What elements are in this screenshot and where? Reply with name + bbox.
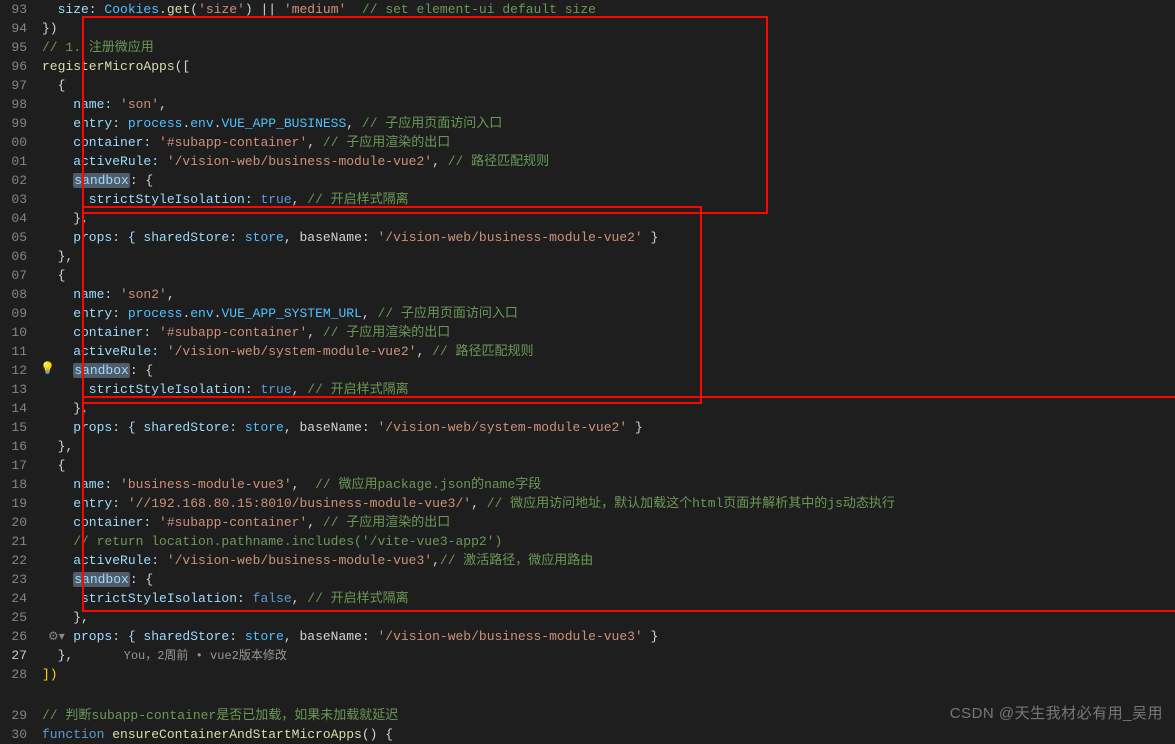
line-number: 27 xyxy=(0,646,27,665)
line-number: 03 xyxy=(0,190,27,209)
code-line[interactable]: container: '#subapp-container', // 子应用渲染… xyxy=(42,133,1175,152)
line-number: 00 xyxy=(0,133,27,152)
line-number: 26 xyxy=(0,627,27,646)
code-line[interactable]: }, xyxy=(42,209,1175,228)
line-number: 94 xyxy=(0,19,27,38)
code-line[interactable]: }) xyxy=(42,19,1175,38)
line-number: 16 xyxy=(0,437,27,456)
gear-row xyxy=(42,684,1175,706)
code-line[interactable]: activeRule: '/vision-web/business-module… xyxy=(42,551,1175,570)
code-line[interactable]: }, You，2周前 • vue2版本修改 xyxy=(42,646,1175,665)
code-editor[interactable]: 93 94 95 96 97 98 99 00 01 02 03 04 05 0… xyxy=(0,0,1175,731)
line-number: 29 xyxy=(0,706,27,725)
line-number: 24 xyxy=(0,589,27,608)
code-line[interactable]: ]) xyxy=(42,665,1175,684)
code-line[interactable]: strictStyleIsolation: true, // 开启样式隔离 xyxy=(42,380,1175,399)
code-line[interactable]: props: { sharedStore: store, baseName: '… xyxy=(42,228,1175,247)
line-number: 19 xyxy=(0,494,27,513)
line-number: 11 xyxy=(0,342,27,361)
code-line[interactable]: container: '#subapp-container', // 子应用渲染… xyxy=(42,323,1175,342)
code-line[interactable]: entry: process.env.VUE_APP_BUSINESS, // … xyxy=(42,114,1175,133)
code-line[interactable]: name: 'business-module-vue3', // 微应用pack… xyxy=(42,475,1175,494)
code-line[interactable]: // 判断subapp-container是否已加载，如果未加载就延迟 xyxy=(42,706,1175,725)
code-line[interactable]: name: 'son2', xyxy=(42,285,1175,304)
line-number: 12 xyxy=(0,361,27,380)
line-number: 14 xyxy=(0,399,27,418)
code-line[interactable]: sandbox: { xyxy=(42,171,1175,190)
line-number: 22 xyxy=(0,551,27,570)
code-area[interactable]: size: Cookies.get('size') || 'medium' //… xyxy=(38,0,1175,731)
code-line[interactable]: name: 'son', xyxy=(42,95,1175,114)
line-number-gutter: 93 94 95 96 97 98 99 00 01 02 03 04 05 0… xyxy=(0,0,38,731)
code-line[interactable]: { xyxy=(42,76,1175,95)
code-line[interactable]: strictStyleIsolation: false, // 开启样式隔离 xyxy=(42,589,1175,608)
code-line[interactable]: { xyxy=(42,266,1175,285)
code-line[interactable]: function ensureContainerAndStartMicroApp… xyxy=(42,725,1175,744)
line-number: 08 xyxy=(0,285,27,304)
code-line[interactable]: }, xyxy=(42,437,1175,456)
code-line[interactable]: props: { sharedStore: store, baseName: '… xyxy=(42,627,1175,646)
line-number: 99 xyxy=(0,114,27,133)
line-number: 18 xyxy=(0,475,27,494)
line-number: 01 xyxy=(0,152,27,171)
line-number: 15 xyxy=(0,418,27,437)
line-number: 10 xyxy=(0,323,27,342)
line-number: 30 xyxy=(0,725,27,744)
code-line[interactable]: container: '#subapp-container', // 子应用渲染… xyxy=(42,513,1175,532)
code-line[interactable]: }, xyxy=(42,247,1175,266)
line-number: 23 xyxy=(0,570,27,589)
code-line[interactable]: // 1. 注册微应用 xyxy=(42,38,1175,57)
code-line[interactable]: entry: '//192.168.80.15:8010/business-mo… xyxy=(42,494,1175,513)
line-number: 07 xyxy=(0,266,27,285)
gear-icon[interactable]: ⚙▾ xyxy=(48,629,65,644)
code-line[interactable]: { xyxy=(42,456,1175,475)
code-line[interactable]: sandbox: { xyxy=(42,570,1175,589)
code-line[interactable]: strictStyleIsolation: true, // 开启样式隔离 xyxy=(42,190,1175,209)
line-number: 06 xyxy=(0,247,27,266)
gitlens-annotation[interactable]: You，2周前 • vue2版本修改 xyxy=(73,649,287,663)
line-number: 95 xyxy=(0,38,27,57)
line-number: 93 xyxy=(0,0,27,19)
code-line[interactable]: }, xyxy=(42,399,1175,418)
line-number: 21 xyxy=(0,532,27,551)
code-line[interactable]: size: Cookies.get('size') || 'medium' //… xyxy=(42,0,1175,19)
code-line[interactable]: activeRule: '/vision-web/system-module-v… xyxy=(42,342,1175,361)
line-number: 97 xyxy=(0,76,27,95)
line-number: 04 xyxy=(0,209,27,228)
line-number: 17 xyxy=(0,456,27,475)
line-number: 20 xyxy=(0,513,27,532)
code-line[interactable]: registerMicroApps([ xyxy=(42,57,1175,76)
line-number: 28 xyxy=(0,665,27,684)
code-line[interactable]: entry: process.env.VUE_APP_SYSTEM_URL, /… xyxy=(42,304,1175,323)
line-number: 05 xyxy=(0,228,27,247)
code-line[interactable]: sandbox: { xyxy=(42,361,1175,380)
line-number: 98 xyxy=(0,95,27,114)
line-number: 96 xyxy=(0,57,27,76)
line-number: 25 xyxy=(0,608,27,627)
code-line[interactable]: activeRule: '/vision-web/business-module… xyxy=(42,152,1175,171)
code-line[interactable]: // return location.pathname.includes('/v… xyxy=(42,532,1175,551)
line-number: 13 xyxy=(0,380,27,399)
code-line[interactable]: props: { sharedStore: store, baseName: '… xyxy=(42,418,1175,437)
line-number: 02 xyxy=(0,171,27,190)
line-number: 09 xyxy=(0,304,27,323)
code-line[interactable]: }, xyxy=(42,608,1175,627)
lightbulb-icon[interactable]: 💡 xyxy=(40,361,55,376)
